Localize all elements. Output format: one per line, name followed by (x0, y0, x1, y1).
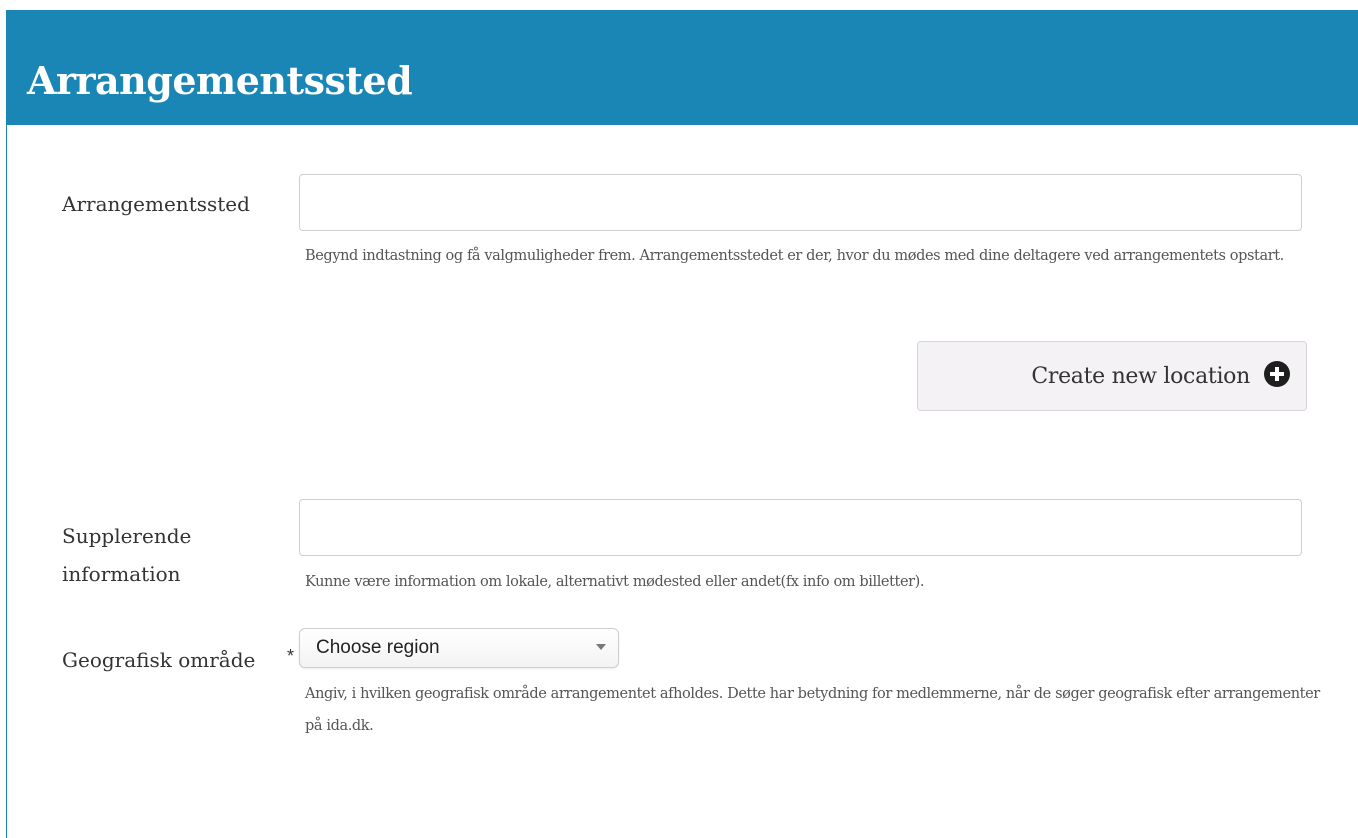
section-header: Arrangementssted (7, 10, 1358, 125)
venue-label: Arrangementssted (62, 192, 250, 216)
supplementary-label: Supplerende information (62, 517, 191, 593)
create-new-location-button[interactable]: Create new location (917, 341, 1307, 411)
supplementary-help-text: Kunne være information om lokale, altern… (305, 574, 925, 590)
venue-help-text: Begynd indtastning og få valgmuligheder … (305, 248, 1284, 264)
chevron-down-icon (596, 644, 606, 650)
section-title: Arrangementssted (27, 58, 413, 103)
supplementary-input[interactable] (299, 499, 1302, 556)
plus-circle-icon (1264, 361, 1290, 387)
supplementary-label-line2: information (62, 562, 181, 586)
region-select[interactable]: Choose region (299, 628, 619, 668)
create-new-location-label: Create new location (1031, 363, 1250, 389)
region-label: Geografisk område (62, 648, 256, 672)
region-select-value: Choose region (316, 637, 440, 658)
venue-input[interactable] (299, 174, 1302, 231)
region-help-text: Angiv, i hvilken geografisk område arran… (305, 686, 1320, 734)
venue-panel: Arrangementssted Arrangementssted Begynd… (6, 10, 1358, 838)
supplementary-label-line1: Supplerende (62, 524, 192, 548)
required-marker: * (287, 646, 295, 666)
